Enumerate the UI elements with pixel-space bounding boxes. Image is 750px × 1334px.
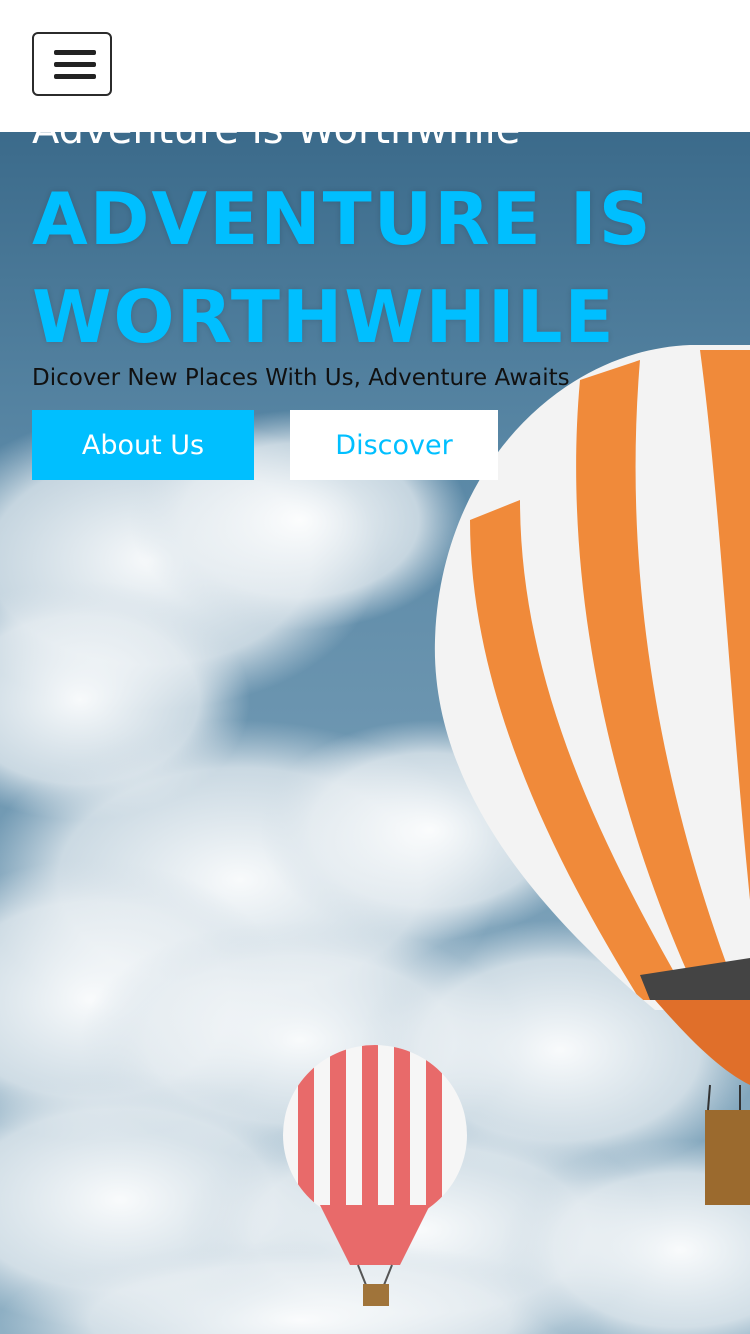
about-us-button[interactable]: About Us [32,410,254,480]
hamburger-menu-icon [54,50,96,55]
hero-tagline: Dicover New Places With Us, Adventure Aw… [32,365,570,391]
hamburger-menu-button[interactable] [32,32,112,96]
hero-headline: ADVENTURE IS WORTHWHILE [32,170,672,366]
hamburger-menu-icon-bar [54,74,96,79]
hero-headline-line1: ADVENTURE IS [32,177,653,261]
hamburger-menu-icon-bar [54,62,96,67]
page: Adventure is Worthwhile ADVENTURE IS WOR… [0,0,750,1334]
top-navbar [0,0,750,132]
hero-headline-line2: WORTHWHILE [32,275,616,359]
discover-button[interactable]: Discover [290,410,498,480]
